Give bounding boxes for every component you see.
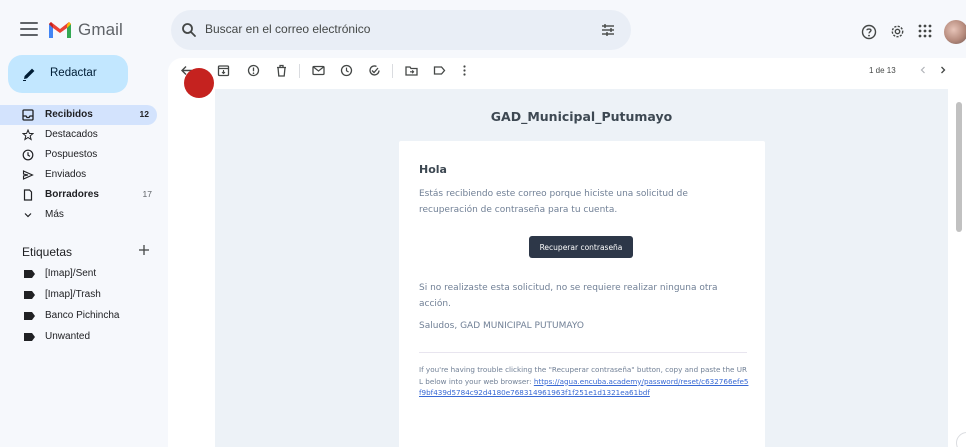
more-icon[interactable] (458, 64, 471, 77)
sidebar-item-inbox[interactable]: Recibidos 12 (0, 105, 157, 125)
app-name: Gmail (78, 20, 123, 39)
top-bar: Gmail Buscar en el correo electrónico (0, 0, 966, 64)
label-tag-icon (24, 270, 35, 278)
search-icon[interactable] (181, 22, 197, 38)
search-input[interactable]: Buscar en el correo electrónico (205, 22, 370, 36)
search-options-icon[interactable] (601, 23, 615, 37)
search-bar[interactable]: Buscar en el correo electrónico (171, 10, 631, 50)
report-spam-icon[interactable] (247, 64, 260, 77)
email-card: Hola Estás recibiendo este correo porque… (399, 141, 765, 447)
sidebar-label-banco-pichincha[interactable]: Banco Pichincha (0, 306, 160, 327)
sidebar-item-label: Recibidos (45, 109, 93, 120)
chevron-left-icon[interactable] (918, 65, 928, 75)
sidebar-label-imap-sent[interactable]: [Imap]/Sent (0, 264, 160, 285)
clock-icon (22, 149, 34, 161)
sidebar-item-starred[interactable]: Destacados (0, 125, 160, 145)
label-tag-icon (24, 312, 35, 320)
email-divider (419, 352, 747, 353)
main-menu-icon[interactable] (20, 22, 38, 36)
labels-title: Etiquetas (22, 245, 73, 259)
email-greeting: Hola (419, 163, 447, 176)
email-no-request-text: Si no realizaste esta solicitud, no se r… (419, 283, 718, 309)
email-body: GAD_Municipal_Putumayo Hola Estás recibi… (215, 89, 948, 447)
add-label-icon[interactable] (138, 244, 150, 256)
message-pane: 1 de 13 GAD_Municipal_Putumayo Hola Está… (168, 58, 966, 447)
compose-label: Redactar (50, 67, 97, 79)
pencil-icon (23, 68, 35, 81)
settings-icon[interactable] (889, 23, 906, 40)
archive-icon[interactable] (217, 64, 230, 77)
sidebar-label-imap-trash[interactable]: [Imap]/Trash (0, 285, 160, 306)
inbox-icon (22, 109, 34, 121)
label-list: [Imap]/Sent [Imap]/Trash Banco Pichincha… (0, 264, 160, 348)
gmail-logo[interactable]: Gmail (48, 20, 123, 40)
email-signature: Saludos, GAD MUNICIPAL PUTUMAYO (419, 321, 584, 331)
message-toolbar: 1 de 13 (168, 58, 966, 84)
account-avatar[interactable] (944, 20, 966, 44)
label-name: [Imap]/Sent (45, 268, 97, 279)
email-intro-text: Estás recibiendo este correo porque hici… (419, 189, 688, 215)
sidebar-item-drafts[interactable]: Borradores 17 (0, 185, 160, 205)
draft-icon (23, 189, 33, 201)
gmail-m-icon (49, 22, 71, 38)
mark-unread-icon[interactable] (312, 64, 325, 77)
move-to-icon[interactable] (405, 64, 418, 77)
sender-avatar[interactable] (184, 68, 214, 98)
sidebar-item-label: Enviados (45, 169, 87, 180)
help-icon[interactable] (861, 24, 877, 40)
sidebar-item-label: Más (45, 209, 64, 220)
add-task-icon[interactable] (368, 64, 381, 77)
sidebar-label-unwanted[interactable]: Unwanted (0, 327, 160, 348)
sidebar-nav: Recibidos 12 Destacados Pospuestos Envia… (0, 105, 160, 225)
label-tag-icon (24, 291, 35, 299)
draft-count: 17 (142, 189, 152, 199)
toolbar-divider (299, 64, 300, 78)
snooze-icon[interactable] (340, 64, 353, 77)
sidebar-item-label: Pospuestos (45, 149, 98, 160)
label-name: Unwanted (45, 331, 91, 342)
apps-icon[interactable] (918, 24, 932, 38)
star-icon (22, 129, 34, 141)
chevron-down-icon (24, 213, 32, 218)
sidebar-item-snoozed[interactable]: Pospuestos (0, 145, 160, 165)
sidebar-item-label: Destacados (45, 129, 98, 140)
delete-icon[interactable] (275, 64, 288, 77)
email-trouble-note: If you're having trouble clicking the "R… (419, 364, 749, 399)
reset-password-button[interactable]: Recuperar contraseña (529, 236, 633, 258)
scrollbar-thumb[interactable] (956, 102, 962, 232)
sidebar-item-sent[interactable]: Enviados (0, 165, 160, 185)
unread-count: 12 (139, 109, 149, 119)
sidebar-item-more[interactable]: Más (0, 205, 160, 225)
toolbar-divider (392, 64, 393, 78)
label-icon[interactable] (433, 64, 446, 77)
email-brand-title: GAD_Municipal_Putumayo (490, 109, 673, 124)
label-name: Banco Pichincha (45, 310, 120, 321)
pagination-label: 1 de 13 (869, 66, 896, 75)
compose-button[interactable]: Redactar (8, 55, 128, 93)
sidebar-item-label: Borradores (45, 189, 99, 200)
send-icon (22, 170, 34, 180)
label-tag-icon (24, 333, 35, 341)
label-name: [Imap]/Trash (45, 289, 101, 300)
chevron-right-icon[interactable] (938, 65, 948, 75)
labels-section-header: Etiquetas (22, 242, 162, 262)
